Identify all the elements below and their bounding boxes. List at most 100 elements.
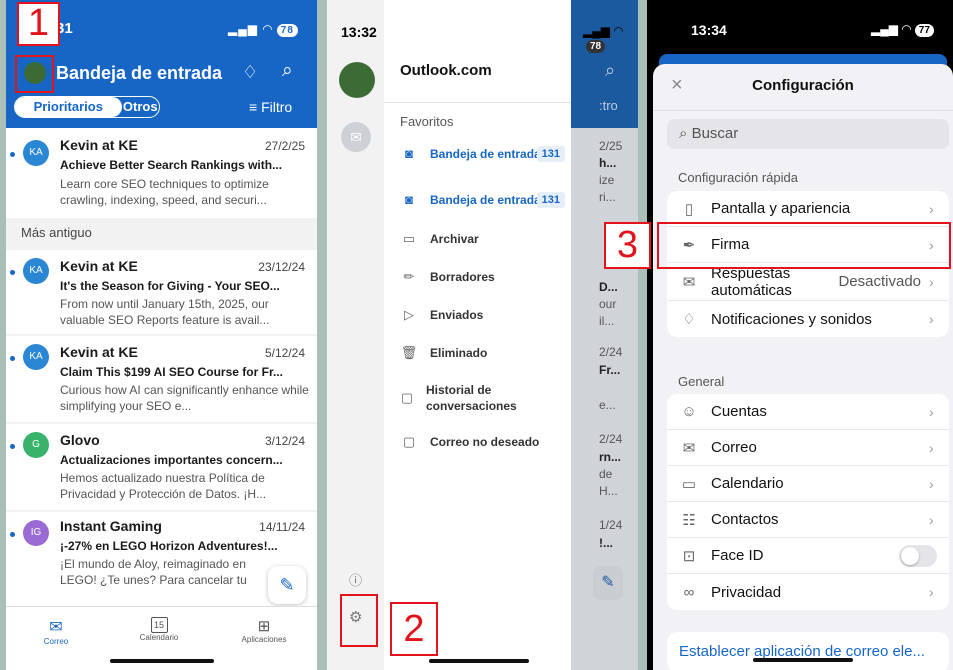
email-sender: Kevin at KE — [60, 137, 138, 153]
list-item[interactable]: G Glovo 3/12/24 Actualizaciones importan… — [6, 424, 317, 510]
status-icons: ▂▄▆ ◠78 — [583, 24, 624, 53]
compose-button[interactable]: ✎ — [268, 566, 306, 604]
email-preview: Hemos actualizado nuestra Política de Pr… — [60, 471, 267, 501]
add-account-button[interactable]: ✉ — [341, 122, 371, 152]
faceid-icon: ⊡ — [682, 547, 696, 565]
strip-text: rn... — [599, 450, 622, 464]
tab-calendar[interactable]: 15 Calendario — [134, 617, 184, 642]
settings-row-mail[interactable]: ✉ Correo › — [667, 430, 949, 466]
compose-icon: ✎ — [593, 566, 623, 600]
folder-conversation-history[interactable]: ▢ Historial de conversaciones — [400, 382, 550, 414]
page-title: Configuración — [752, 77, 854, 94]
folder-sent[interactable]: ▷ Enviados — [400, 307, 483, 323]
auto-reply-status: Desactivado — [838, 273, 921, 290]
email-preview: Curious how AI can significantly enhance… — [60, 383, 309, 413]
unread-count: 131 — [536, 145, 565, 162]
send-icon: ▷ — [404, 307, 414, 322]
junk-icon: ▢ — [402, 434, 416, 449]
unread-dot — [10, 152, 15, 157]
bell-icon[interactable]: ♢ — [242, 62, 258, 83]
status-time: 13:32 — [341, 24, 377, 40]
settings-row-accounts[interactable]: ☺ Cuentas › — [667, 394, 949, 430]
strip-text: ize — [599, 173, 615, 187]
folder-inbox[interactable]: ◙ Bandeja de entrada 131 — [400, 191, 571, 208]
compose-icon: ✎ — [279, 575, 295, 595]
settings-sheet: × Configuración ⌕ Buscar Configuración r… — [653, 64, 953, 670]
archive-icon: ▭ — [402, 231, 416, 246]
calendar-icon: 15 — [150, 617, 168, 633]
settings-row-face-id[interactable]: ⊡ Face ID — [667, 538, 949, 574]
list-item[interactable]: KA Kevin at KE 27/2/25 Achieve Better Se… — [6, 128, 317, 218]
folder-drafts[interactable]: ✏ Borradores — [400, 269, 495, 285]
strip-text: de — [599, 467, 613, 481]
strip-text: e... — [599, 398, 616, 412]
strip-text: D... — [599, 280, 618, 294]
annotation-box-settings — [340, 594, 378, 647]
folder-drawer: Outlook.com ⏰ Favoritos ✎ ◙ Bandeja de e… — [384, 0, 592, 670]
bell-icon: ♢ — [682, 311, 696, 328]
email-date: 5/12/24 — [264, 346, 305, 360]
sender-avatar: KA — [23, 140, 49, 166]
unread-dot — [10, 532, 15, 537]
email-subject: Achieve Better Search Rankings with... — [60, 158, 283, 172]
email-preview: From now until January 15th, 2025, our v… — [60, 297, 270, 327]
list-item[interactable]: KA Kevin at KE 5/12/24 Claim This $199 A… — [6, 336, 317, 422]
tab-apps[interactable]: ⊞ Aplicaciones — [234, 617, 294, 644]
settings-row-notifications[interactable]: ♢ Notificaciones y sonidos › — [667, 301, 949, 337]
trash-icon: 🗑 — [400, 345, 418, 360]
dimmed-inbox-strip: ▂▄▆ ◠78 ⌕ :tro 2/25 h... ize ri... D... … — [571, 0, 638, 670]
folder-archive[interactable]: ▭ Archivar — [400, 231, 479, 247]
tab-focused[interactable]: Prioritarios — [15, 97, 122, 117]
account-rail: 13:32 ✉ ⓘ ⚙ — [327, 0, 384, 670]
email-date: 23/12/24 — [258, 260, 305, 274]
general-settings-group: ☺ Cuentas › ✉ Correo › ▭ Calendario › ☷ Contact… — [667, 394, 949, 610]
tab-other[interactable]: Otros — [122, 97, 159, 117]
auto-reply-icon: ✉ — [682, 273, 696, 291]
favorites-label: Favoritos — [400, 114, 454, 129]
chevron-right-icon: › — [929, 273, 934, 290]
settings-row-contacts[interactable]: ☷ Contactos › — [667, 502, 949, 538]
email-subject: It's the Season for Giving - Your SEO... — [60, 279, 280, 293]
section-header: Más antiguo — [6, 218, 317, 250]
unread-dot — [10, 270, 15, 275]
home-indicator — [110, 659, 214, 663]
default-mail-app-link[interactable]: Establecer aplicación de correo ele... — [667, 632, 949, 670]
strip-text: ri... — [599, 190, 616, 204]
folder-deleted[interactable]: 🗑 Eliminado — [400, 345, 488, 361]
settings-row-privacy[interactable]: ∞ Privacidad › — [667, 574, 949, 610]
folder-junk[interactable]: ▢ Correo no deseado — [400, 434, 540, 450]
search-input[interactable]: ⌕ Buscar — [667, 119, 949, 149]
apps-icon: ⊞ — [257, 618, 271, 635]
search-icon[interactable]: ⌕ — [282, 60, 293, 82]
sender-avatar: G — [23, 432, 49, 458]
home-indicator — [429, 659, 529, 663]
sender-avatar: IG — [23, 520, 49, 546]
inbox-screen: :31 ▂▄▆ ◠ 78 Bandeja de entrada ♢ ⌕ Prior… — [6, 0, 317, 670]
phone-icon: ▯ — [684, 200, 694, 218]
home-indicator — [753, 658, 853, 662]
email-sender: Kevin at KE — [60, 258, 138, 274]
chevron-right-icon: › — [929, 584, 934, 600]
mail-icon: ✉ — [49, 619, 63, 636]
status-icons: ▂▄▆ ◠ 77 — [871, 22, 934, 37]
chevron-right-icon: › — [929, 475, 934, 492]
annotation-number: 1 — [17, 2, 60, 46]
calendar-icon: ▭ — [681, 475, 697, 493]
face-id-toggle[interactable] — [899, 544, 937, 567]
list-item[interactable]: KA Kevin at KE 23/12/24 It's the Season … — [6, 250, 317, 334]
tab-mail[interactable]: ✉ Correo — [36, 617, 76, 646]
mail-icon: ✉ — [682, 439, 696, 457]
settings-screen: 13:34 ▂▄▆ ◠ 77 × Configuración ⌕ Buscar C… — [647, 0, 953, 670]
filter-button[interactable]: ≡ Filtro — [249, 99, 292, 115]
search-icon: ⌕ — [605, 60, 616, 80]
pencil-icon: ✏ — [403, 269, 415, 284]
email-sender: Instant Gaming — [60, 518, 162, 534]
privacy-icon: ∞ — [683, 583, 695, 601]
folder-inbox-favorite[interactable]: ◙ Bandeja de entrada 131 — [400, 145, 571, 162]
annotation-number: 2 — [390, 602, 438, 656]
email-date: 14/11/24 — [259, 520, 305, 534]
help-icon[interactable]: ⓘ — [349, 570, 362, 589]
strip-text: !... — [599, 536, 613, 550]
account-avatar[interactable] — [339, 62, 375, 98]
settings-row-calendar[interactable]: ▭ Calendario › — [667, 466, 949, 502]
